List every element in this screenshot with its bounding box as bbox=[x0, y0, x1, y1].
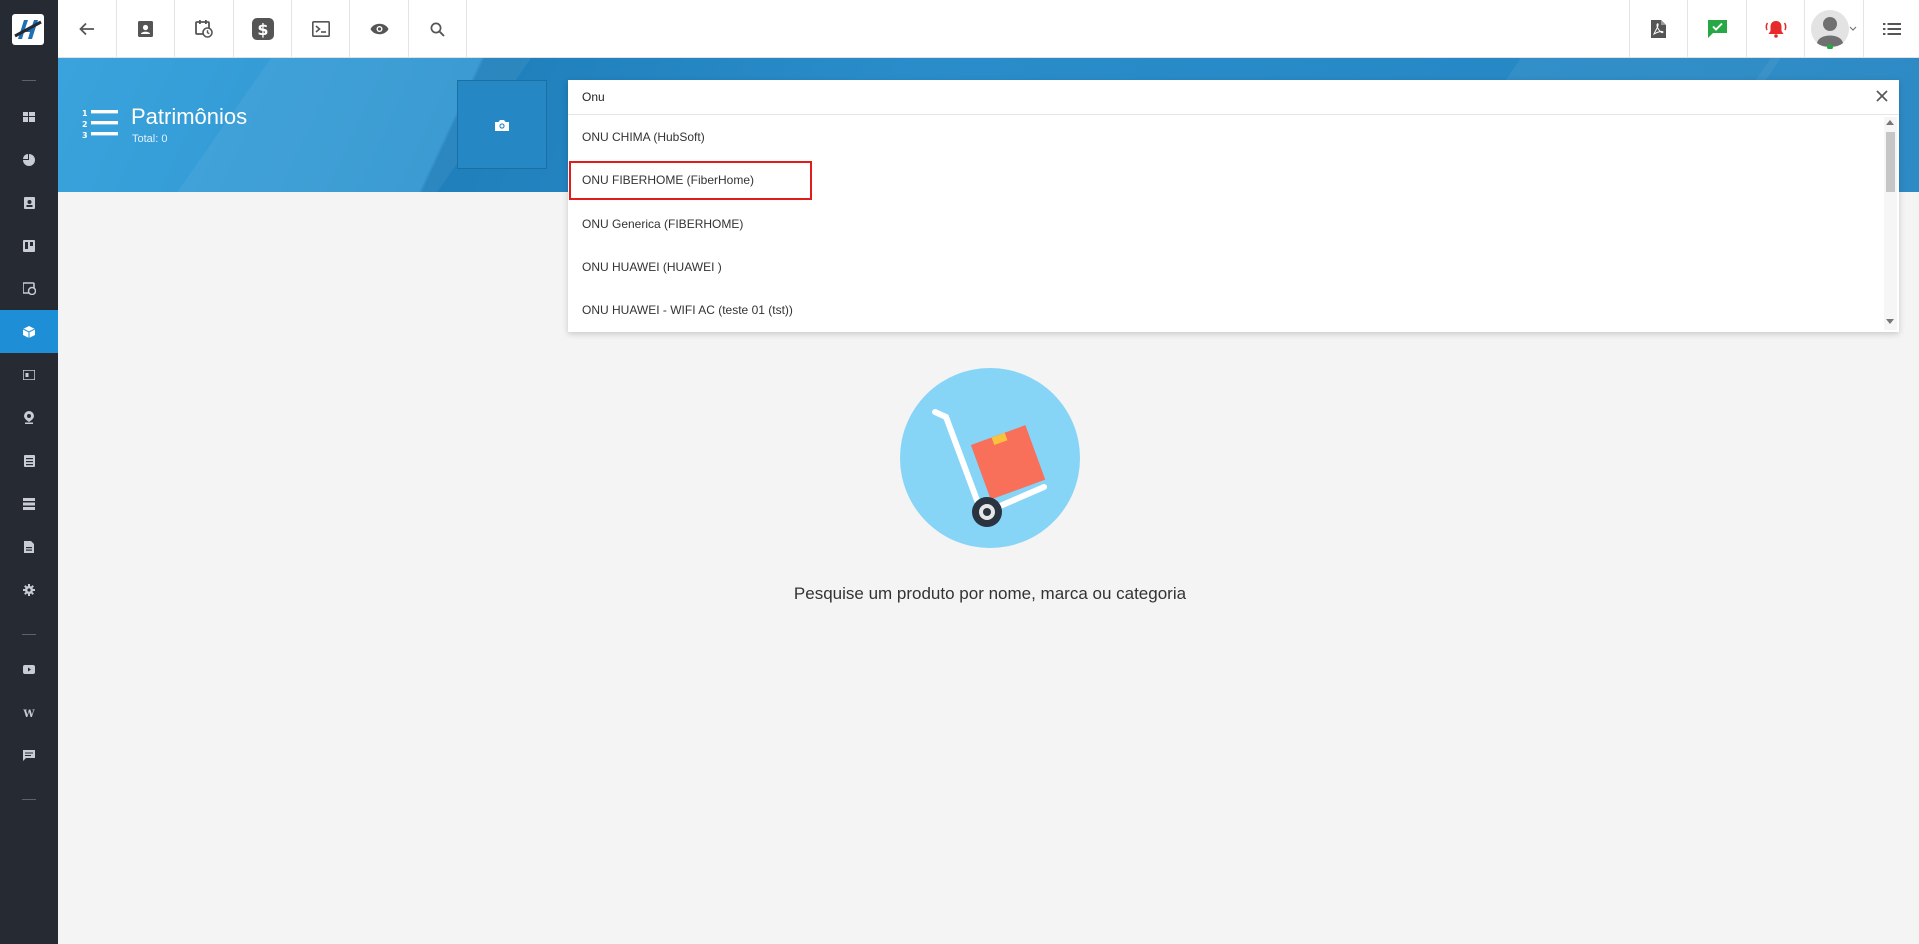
scroll-up-arrow[interactable] bbox=[1886, 120, 1894, 125]
alarm-bell-icon bbox=[1765, 21, 1786, 38]
kanban-board-icon bbox=[23, 239, 35, 252]
sidebar-item-assets[interactable] bbox=[0, 310, 58, 353]
pdf-icon bbox=[1651, 20, 1666, 38]
map-pin-icon bbox=[24, 411, 34, 424]
camera-icon bbox=[495, 119, 509, 131]
sidebar-divider bbox=[22, 634, 36, 635]
terminal-button[interactable] bbox=[292, 0, 350, 58]
eye-icon bbox=[370, 23, 388, 35]
list-menu-icon bbox=[1882, 23, 1901, 35]
pie-chart-icon bbox=[23, 153, 35, 166]
sidebar-item-clients[interactable] bbox=[0, 181, 58, 224]
sidebar-item-id[interactable] bbox=[0, 353, 58, 396]
alerts-button[interactable] bbox=[1746, 0, 1804, 58]
chat-check-icon bbox=[1707, 20, 1727, 38]
svg-text:$: $ bbox=[257, 20, 268, 39]
back-button[interactable] bbox=[58, 0, 117, 58]
pdf-button[interactable] bbox=[1629, 0, 1687, 58]
svg-text:3: 3 bbox=[82, 131, 88, 140]
sidebar-item-dashboard[interactable] bbox=[0, 95, 58, 138]
hand-truck-box-illustration bbox=[900, 368, 1080, 548]
page-subtitle: Total: 0 bbox=[132, 133, 168, 145]
sidebar-divider bbox=[22, 799, 36, 800]
contact-card-icon bbox=[23, 196, 35, 209]
search-button[interactable] bbox=[409, 0, 467, 58]
wiki-icon: W bbox=[23, 709, 35, 718]
list-document-icon bbox=[23, 454, 35, 467]
terminal-icon bbox=[311, 21, 330, 37]
numbered-list-icon: 1 2 3 bbox=[82, 109, 118, 140]
sidebar: W bbox=[0, 0, 58, 944]
sidebar-item-reports[interactable] bbox=[0, 138, 58, 181]
sidebar-item-files[interactable] bbox=[0, 525, 58, 568]
dashboard-icon bbox=[23, 111, 35, 122]
chat-icon bbox=[23, 750, 35, 761]
search-option[interactable]: ONU HUAWEI - WIFI AC (teste 01 (tst)) bbox=[582, 303, 793, 317]
sidebar-item-servers[interactable] bbox=[0, 482, 58, 525]
search-input[interactable] bbox=[568, 80, 1899, 115]
close-icon[interactable] bbox=[1875, 89, 1889, 103]
scrollbar-thumb[interactable] bbox=[1886, 132, 1895, 192]
box-icon bbox=[23, 325, 35, 338]
server-icon bbox=[23, 497, 35, 510]
barcode-scan-button[interactable] bbox=[457, 80, 547, 169]
search-option[interactable]: ONU HUAWEI (HUAWEI ) bbox=[582, 260, 722, 274]
search-icon bbox=[430, 22, 445, 37]
messages-button[interactable] bbox=[1687, 0, 1746, 58]
search-option[interactable]: ONU FIBERHOME (FiberHome) bbox=[582, 173, 754, 187]
empty-state-message: Pesquise um produto por nome, marca ou c… bbox=[793, 584, 1187, 603]
back-arrow-icon bbox=[79, 22, 94, 36]
calendar-clock-icon bbox=[195, 20, 213, 38]
sidebar-item-settings[interactable] bbox=[0, 568, 58, 611]
page-title: Patrimônios bbox=[131, 104, 248, 129]
schedule-button[interactable] bbox=[175, 0, 234, 58]
sidebar-item-wiki[interactable]: W bbox=[0, 691, 58, 734]
finance-button[interactable]: $ bbox=[234, 0, 292, 58]
file-icon bbox=[24, 540, 34, 553]
svg-text:1: 1 bbox=[82, 109, 88, 118]
user-avatar bbox=[1811, 10, 1857, 49]
youtube-icon bbox=[23, 665, 35, 674]
sidebar-item-videos[interactable] bbox=[0, 648, 58, 691]
svg-text:W: W bbox=[23, 709, 35, 718]
sidebar-item-board[interactable] bbox=[0, 224, 58, 267]
sidebar-item-chat[interactable] bbox=[0, 734, 58, 777]
contact-card-icon bbox=[138, 21, 153, 37]
user-menu-button[interactable] bbox=[1804, 0, 1863, 58]
svg-text:2: 2 bbox=[82, 120, 88, 129]
hubsoft-logo[interactable] bbox=[12, 14, 44, 45]
main-menu-button[interactable] bbox=[1863, 0, 1919, 58]
sidebar-divider bbox=[22, 80, 36, 81]
calendar-clock-icon bbox=[22, 282, 36, 295]
sidebar-item-map[interactable] bbox=[0, 396, 58, 439]
gear-icon bbox=[23, 583, 35, 596]
sidebar-item-list[interactable] bbox=[0, 439, 58, 482]
search-option[interactable]: ONU Generica (FIBERHOME) bbox=[582, 217, 743, 231]
id-card-icon bbox=[23, 369, 35, 380]
dollar-icon: $ bbox=[251, 18, 274, 40]
scroll-down-arrow[interactable] bbox=[1886, 319, 1894, 324]
clients-button[interactable] bbox=[117, 0, 175, 58]
sidebar-item-schedule[interactable] bbox=[0, 267, 58, 310]
search-option[interactable]: ONU CHIMA (HubSoft) bbox=[582, 130, 705, 144]
view-button[interactable] bbox=[350, 0, 409, 58]
top-toolbar: $ bbox=[58, 0, 1919, 58]
product-search-dropdown: ONU CHIMA (HubSoft) ONU FIBERHOME (Fiber… bbox=[568, 80, 1899, 332]
